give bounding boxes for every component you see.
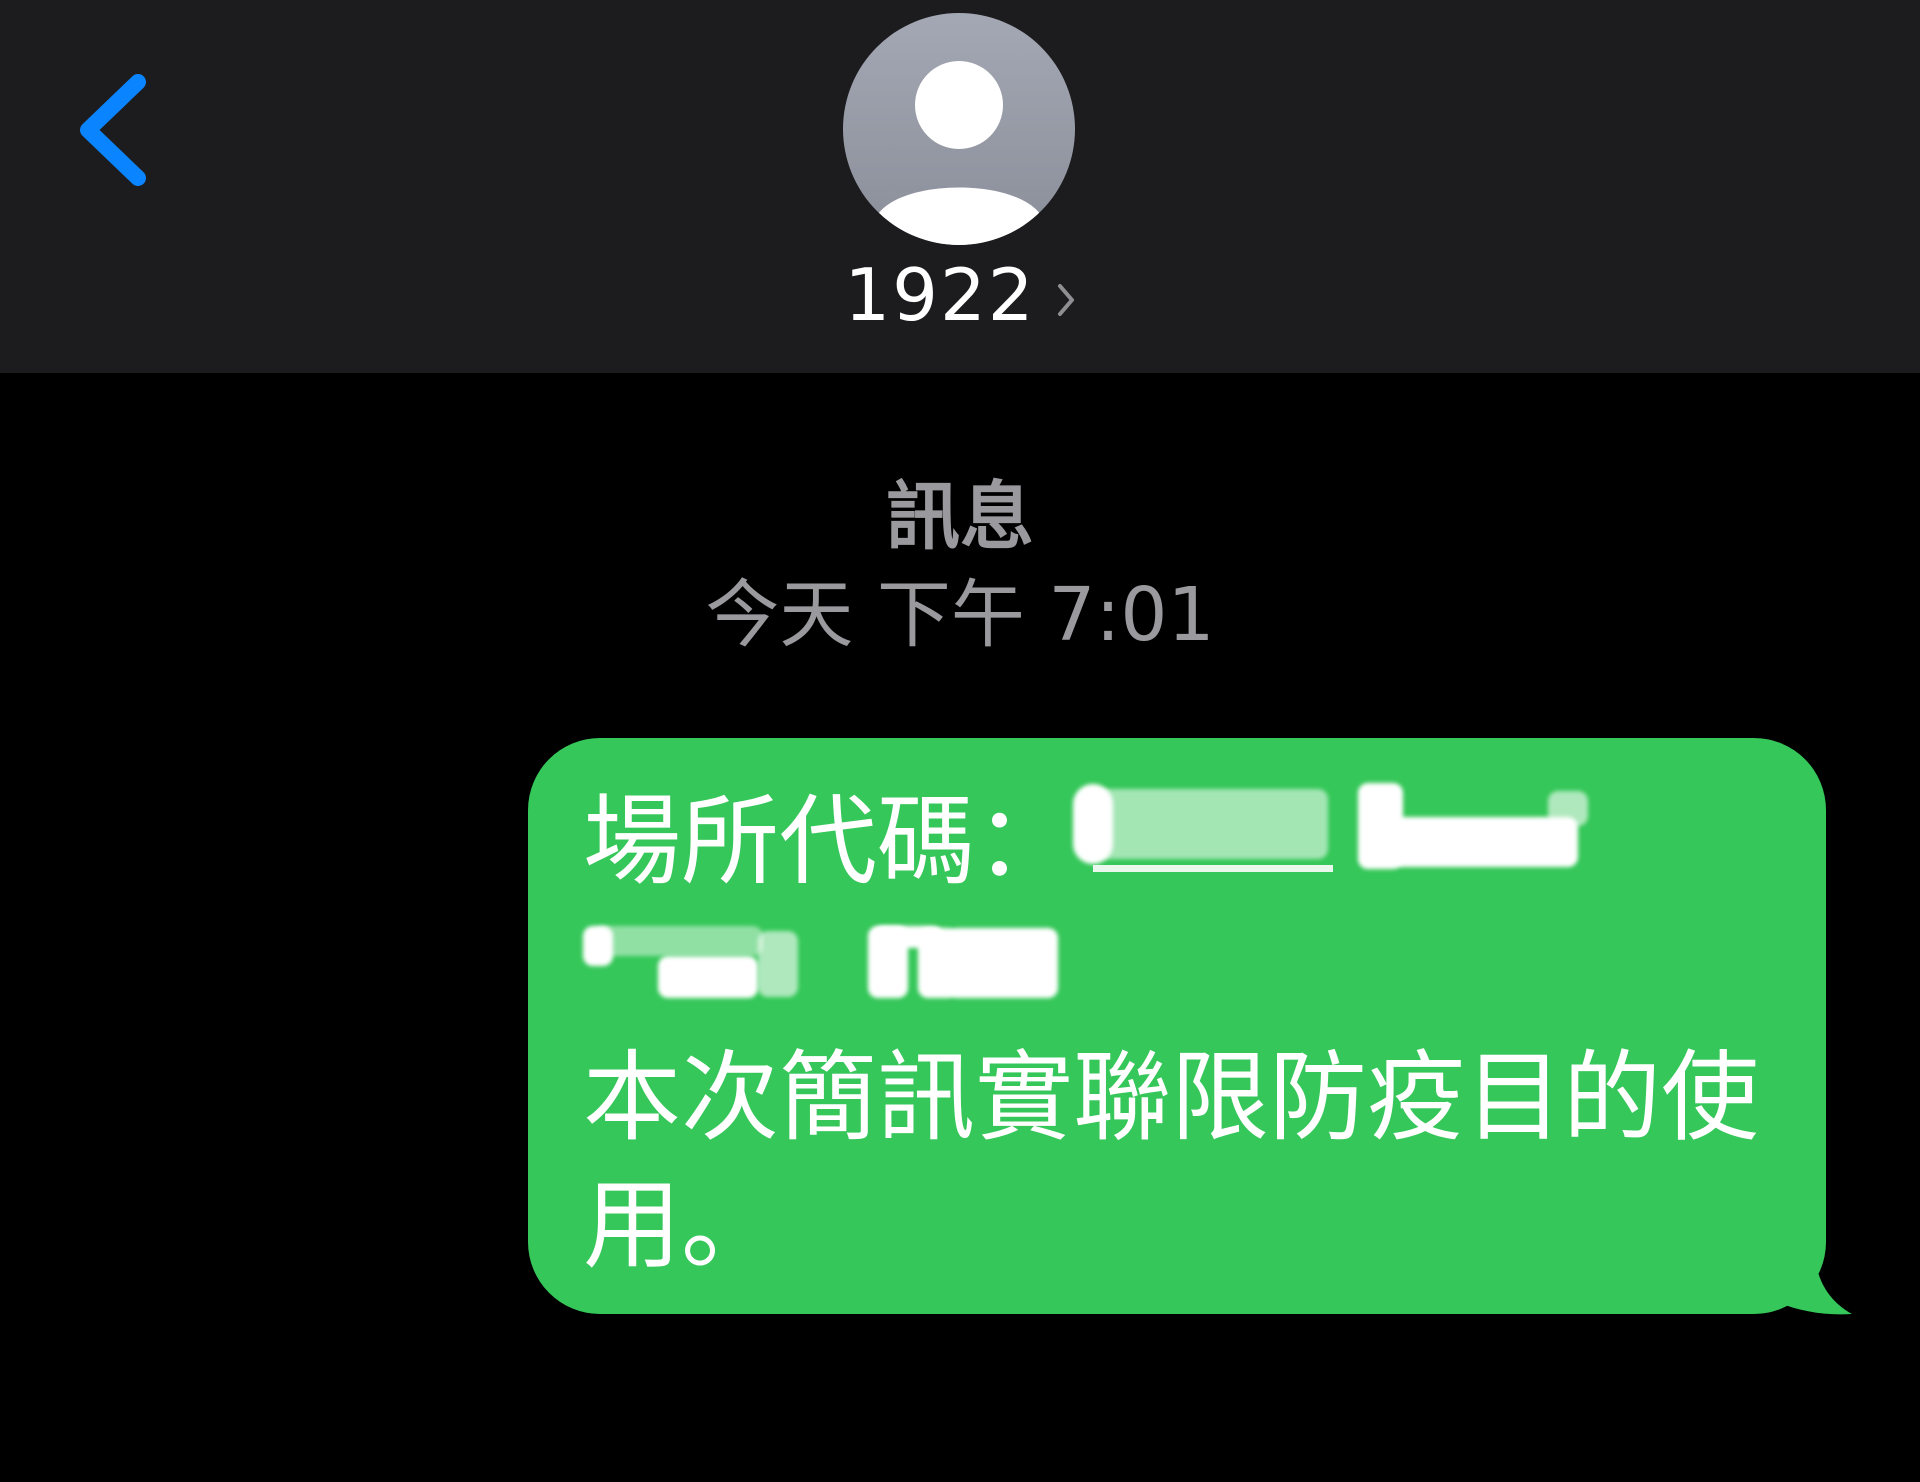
navigation-bar: 1922: [0, 0, 1920, 373]
service-label: 訊息: [886, 474, 1034, 560]
contact-name: 1922: [844, 253, 1036, 337]
chevron-right-icon: [1056, 280, 1076, 320]
person-silhouette-icon: [873, 61, 1045, 245]
message-bubble[interactable]: 場所代碼： 本次簡訊實聯限防疫目的使用。: [528, 738, 1826, 1314]
avatar[interactable]: [843, 13, 1075, 245]
redacted-code-line: [583, 906, 1783, 1034]
contact-header-button[interactable]: 1922: [0, 250, 1920, 340]
message-body: 本次簡訊實聯限防疫目的使用。: [583, 1041, 1760, 1283]
chevron-left-icon: [80, 74, 146, 186]
bubble-tail: [1760, 1250, 1860, 1320]
message-text: 場所代碼： 本次簡訊實聯限防疫目的使用。: [583, 778, 1783, 1290]
message-timestamp: 今天 下午 7:01: [705, 572, 1215, 658]
back-button[interactable]: [60, 60, 160, 200]
message-prefix: 場所代碼：: [583, 785, 1074, 899]
redacted-code-link[interactable]: [1073, 779, 1593, 879]
